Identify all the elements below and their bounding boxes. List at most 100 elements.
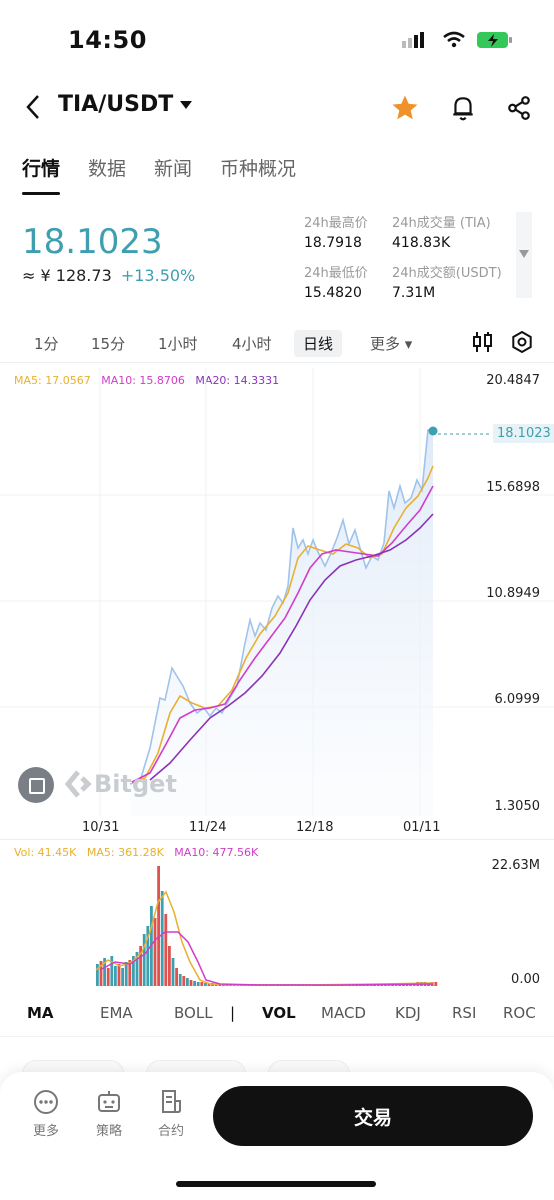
bell-icon[interactable] <box>450 94 476 122</box>
date-axis-label: 01/11 <box>403 820 441 835</box>
contract-icon <box>162 1090 181 1113</box>
price-axis-label: 1.3050 <box>494 799 541 814</box>
timeframe-bar: 1分 15分 1小时 4小时 日线 更多 ▾ <box>0 330 554 357</box>
volume-bar <box>178 974 182 986</box>
tf-1m[interactable]: 1分 <box>34 333 59 354</box>
volume-bar <box>193 981 196 986</box>
volume-bar <box>186 978 189 986</box>
divider <box>0 1036 554 1037</box>
pair-label: TIA/USDT <box>58 92 174 117</box>
vol-legend: Vol: 41.45K MA5: 361.28K MA10: 477.56K <box>14 846 258 859</box>
stat-amount-value: 7.31M <box>392 285 436 301</box>
volume-bar <box>171 958 175 986</box>
volume-bar <box>110 956 114 986</box>
price-axis-label: 10.8949 <box>486 586 540 601</box>
volume-bar <box>200 982 204 986</box>
tab-news[interactable]: 新闻 <box>154 154 192 181</box>
ind-separator: | <box>230 1004 236 1022</box>
ind-ema[interactable]: EMA <box>100 1004 133 1022</box>
status-icons <box>402 30 514 50</box>
ind-boll[interactable]: BOLL <box>174 1004 213 1022</box>
wifi-icon <box>443 31 465 48</box>
vol-value: Vol: 41.45K <box>14 846 77 859</box>
ind-roc[interactable]: ROC <box>503 1004 536 1022</box>
strategy-label: 策略 <box>95 1124 122 1139</box>
tab-overview[interactable]: 币种概况 <box>220 154 296 181</box>
volume-bar <box>189 980 193 986</box>
last-price-dot <box>428 426 438 436</box>
tab-data[interactable]: 数据 <box>88 154 126 181</box>
tf-1h[interactable]: 1小时 <box>158 333 198 354</box>
strategy-button[interactable]: 策略 <box>84 1088 134 1139</box>
tf-15m[interactable]: 15分 <box>91 333 125 354</box>
ind-ma[interactable]: MA <box>27 1004 54 1022</box>
vol-ma10-line <box>99 931 434 986</box>
price-axis-label: 20.4847 <box>486 373 540 388</box>
volume-bar <box>164 914 168 986</box>
volume-bar <box>114 966 117 986</box>
ind-kdj[interactable]: KDJ <box>395 1004 421 1022</box>
volume-bar <box>204 983 207 986</box>
stat-high-value: 18.7918 <box>304 235 362 251</box>
home-indicator <box>176 1181 376 1187</box>
volume-chart[interactable] <box>0 862 554 988</box>
more-button[interactable]: 更多 <box>21 1088 71 1139</box>
stat-low-label: 24h最低价 <box>304 266 368 281</box>
volume-bar <box>121 968 124 986</box>
tf-more[interactable]: 更多 ▾ <box>370 333 412 354</box>
stats-expand[interactable] <box>516 212 532 298</box>
caret-down-icon <box>519 250 529 258</box>
tab-market[interactable]: 行情 <box>22 154 61 195</box>
stat-amount-label: 24h成交额(USDT) <box>392 266 502 281</box>
cny-price: ≈ ¥ 128.73 <box>22 266 112 285</box>
volume-bar <box>117 964 121 986</box>
back-icon[interactable] <box>24 94 42 120</box>
date-axis-label: 10/31 <box>82 820 120 835</box>
more-label: 更多 <box>32 1124 59 1139</box>
volume-bar <box>124 962 128 986</box>
last-price: 18.1023 <box>22 222 163 262</box>
volume-bar <box>434 982 438 986</box>
volume-bar <box>157 866 160 986</box>
date-axis-label: 11/24 <box>189 820 227 835</box>
price-axis-label: 15.6898 <box>486 480 540 495</box>
tf-1d[interactable]: 日线 <box>294 330 343 357</box>
contract-button[interactable]: 合约 <box>146 1088 196 1139</box>
stat-volume-label: 24h成交量 (TIA) <box>392 216 491 231</box>
volume-bar <box>142 934 146 986</box>
star-icon[interactable] <box>390 93 420 123</box>
divider <box>0 362 554 363</box>
gear-icon[interactable] <box>510 330 534 354</box>
indicator-tabs: MA EMA BOLL | VOL MACD KDJ RSI ROC <box>0 1000 554 1026</box>
stat-low-value: 15.4820 <box>304 285 362 301</box>
volume-bar <box>106 968 110 986</box>
ind-vol[interactable]: VOL <box>262 1004 296 1022</box>
pair-selector[interactable]: TIA/USDT <box>58 92 193 117</box>
candle-settings-icon[interactable] <box>472 330 494 354</box>
ind-rsi[interactable]: RSI <box>452 1004 476 1022</box>
last-price-tag: 18.1023 <box>493 424 554 443</box>
tf-more-label: 更多 <box>370 335 401 353</box>
status-time: 14:50 <box>68 26 147 54</box>
volume-bars <box>96 866 438 986</box>
share-icon[interactable] <box>506 95 532 121</box>
ind-macd[interactable]: MACD <box>321 1004 366 1022</box>
stat-volume-value: 418.83K <box>392 235 451 251</box>
divider <box>0 839 554 840</box>
tf-4h[interactable]: 4小时 <box>232 333 272 354</box>
price-chart[interactable] <box>0 368 554 816</box>
trade-button[interactable]: 交易 <box>213 1086 533 1146</box>
caret-down-icon <box>180 100 193 109</box>
vol-ma5: MA5: 361.28K <box>86 846 164 859</box>
change-percent: +13.50% <box>120 266 196 285</box>
bitget-logo <box>18 767 54 803</box>
volume-bar <box>153 918 157 986</box>
volume-bar <box>175 968 178 986</box>
stat-amount: 24h成交额(USDT) 7.31M <box>392 262 502 301</box>
robot-icon <box>98 1091 120 1112</box>
contract-label: 合约 <box>157 1124 184 1139</box>
vol-ma10: MA10: 477.56K <box>174 846 259 859</box>
volume-bar <box>168 946 171 986</box>
price-axis-label: 6.0999 <box>494 692 541 707</box>
volume-bar <box>196 982 200 986</box>
